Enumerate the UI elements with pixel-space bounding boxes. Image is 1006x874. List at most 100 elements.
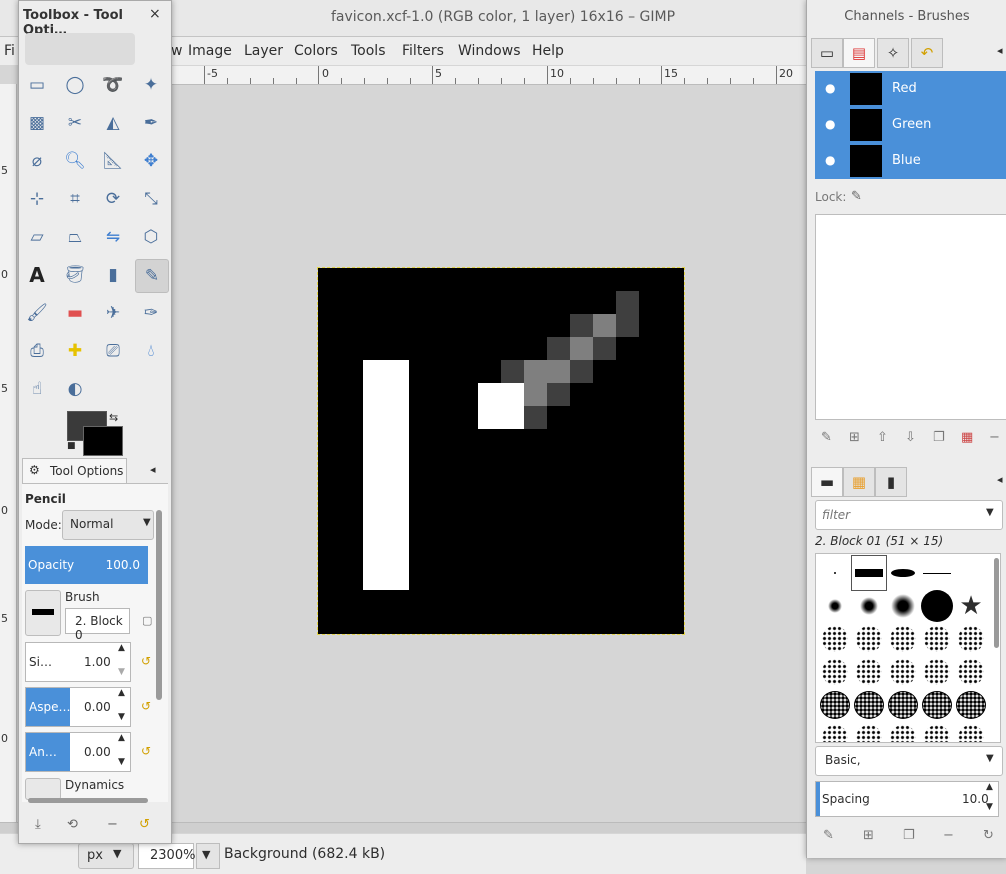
delete-options-icon[interactable]: − bbox=[107, 817, 118, 832]
brush-preview-cell[interactable] bbox=[920, 622, 954, 656]
brush-grid[interactable]: ★ bbox=[815, 553, 1001, 743]
brush-preview-cell[interactable] bbox=[920, 688, 954, 722]
restore-options-icon[interactable]: ⟲ bbox=[67, 817, 78, 832]
paths-tool-button[interactable]: ✒ bbox=[135, 107, 167, 139]
lock-pixels-icon[interactable]: ✎ bbox=[851, 189, 862, 204]
tab-brushes[interactable]: ▬ bbox=[811, 467, 843, 497]
dynamics-button[interactable] bbox=[25, 778, 61, 800]
eraser-tool-button[interactable]: ▬ bbox=[59, 297, 91, 329]
decrement-icon[interactable]: ▼ bbox=[986, 802, 993, 812]
shear-tool-button[interactable]: ▱ bbox=[21, 221, 53, 253]
eye-icon[interactable]: ● bbox=[825, 117, 835, 131]
decrement-icon[interactable]: ▼ bbox=[118, 757, 125, 767]
brush-preview-cell[interactable] bbox=[852, 688, 886, 722]
tab-layers[interactable]: ▭ bbox=[811, 38, 843, 68]
edit-brush-icon[interactable]: ✎ bbox=[823, 828, 834, 843]
foreground-select-tool-button[interactable]: ◭ bbox=[97, 107, 129, 139]
channel-row-red[interactable]: ● Red bbox=[815, 71, 1006, 107]
fuzzy-select-tool-button[interactable]: ✦ bbox=[135, 69, 167, 101]
brush-preview-cell[interactable] bbox=[818, 589, 852, 623]
ink-tool-button[interactable]: ✑ bbox=[135, 297, 167, 329]
rotate-tool-button[interactable]: ⟳ bbox=[97, 183, 129, 215]
brush-preview-cell[interactable] bbox=[954, 622, 988, 656]
menu-tools[interactable]: Tools bbox=[351, 43, 386, 59]
move-tool-button[interactable]: ✥ bbox=[135, 145, 167, 177]
zoom-tool-button[interactable]: 🔍︎ bbox=[59, 145, 91, 177]
brush-tag-combo[interactable]: Basic, ▼ bbox=[815, 746, 1003, 776]
brush-preview-cell[interactable] bbox=[851, 555, 887, 591]
aspect-spinner[interactable]: Aspe… 0.00 ▲ ▼ bbox=[25, 687, 131, 727]
image-canvas[interactable] bbox=[317, 267, 685, 635]
horizontal-ruler[interactable]: -5 0 5 10 15 20 bbox=[170, 66, 806, 85]
eye-icon[interactable]: ● bbox=[825, 81, 835, 95]
menu-file[interactable]: Fi bbox=[4, 43, 15, 59]
vertical-ruler[interactable]: 5 0 5 0 5 0 bbox=[0, 84, 17, 824]
spacing-spinner[interactable]: Spacing 10.0 ▲ ▼ bbox=[815, 781, 999, 817]
duplicate-channel-icon[interactable]: ❐ bbox=[933, 430, 945, 445]
menu-filters[interactable]: Filters bbox=[402, 43, 444, 59]
brush-preview-cell[interactable] bbox=[852, 589, 886, 623]
swap-colors-icon[interactable]: ⇆ bbox=[109, 411, 118, 424]
brush-preview-cell[interactable] bbox=[852, 655, 886, 689]
menu-windows[interactable]: Windows bbox=[458, 43, 521, 59]
channel-to-selection-icon[interactable]: ▦ bbox=[961, 430, 973, 445]
raise-channel-icon[interactable]: ⇧ bbox=[877, 430, 888, 445]
airbrush-tool-button[interactable]: ✈ bbox=[97, 297, 129, 329]
cage-transform-tool-button[interactable]: ⬡ bbox=[135, 221, 167, 253]
zoom-input[interactable]: 2300% bbox=[138, 843, 195, 869]
brush-preview-cell[interactable] bbox=[954, 721, 988, 742]
heal-tool-button[interactable]: ✚ bbox=[59, 335, 91, 367]
pencil-tool-button[interactable]: ✎ bbox=[135, 259, 169, 293]
opacity-slider[interactable]: Opacity 100.0 bbox=[25, 546, 148, 584]
tab-patterns[interactable]: ▦ bbox=[843, 467, 875, 497]
crop-tool-button[interactable]: ⌗ bbox=[59, 183, 91, 215]
color-picker-tool-button[interactable]: ⌀ bbox=[21, 145, 53, 177]
menu-colors[interactable]: Colors bbox=[294, 43, 338, 59]
brush-filter-combo[interactable]: ▼ bbox=[815, 500, 1003, 530]
new-brush-icon[interactable]: ⊞ bbox=[863, 828, 874, 843]
brush-preview-cell[interactable] bbox=[920, 556, 954, 590]
brush-preview-cell[interactable] bbox=[852, 721, 886, 742]
reset-angle-icon[interactable]: ↺ bbox=[141, 744, 151, 758]
brush-preview-button[interactable] bbox=[25, 590, 61, 636]
reset-aspect-icon[interactable]: ↺ bbox=[141, 699, 151, 713]
tab-menu-icon[interactable]: ◂ bbox=[150, 463, 156, 476]
brush-preview-cell[interactable] bbox=[920, 721, 954, 742]
measure-tool-button[interactable]: 📐︎ bbox=[97, 145, 129, 177]
menu-image[interactable]: Image bbox=[188, 43, 232, 59]
reset-size-icon[interactable]: ↺ bbox=[141, 654, 151, 668]
mode-select[interactable]: Normal ▼ bbox=[62, 510, 154, 540]
select-by-color-tool-button[interactable]: ▩ bbox=[21, 107, 53, 139]
zoom-dropdown-button[interactable]: ▼ bbox=[196, 843, 220, 869]
brush-filter-input[interactable] bbox=[820, 505, 974, 525]
blur-tool-button[interactable]: 💧︎ bbox=[135, 335, 167, 367]
increment-icon[interactable]: ▲ bbox=[118, 733, 125, 743]
brush-grid-scrollbar[interactable] bbox=[994, 558, 999, 648]
flip-tool-button[interactable]: ⇋ bbox=[97, 221, 129, 253]
dodge-burn-tool-button[interactable]: ◐ bbox=[59, 373, 91, 405]
brush-preview-cell[interactable] bbox=[920, 589, 954, 623]
tab-paths[interactable]: ✧ bbox=[877, 38, 909, 68]
brush-preview-cell[interactable] bbox=[886, 655, 920, 689]
menu-help[interactable]: Help bbox=[532, 43, 564, 59]
brush-preview-cell[interactable] bbox=[818, 622, 852, 656]
bucket-fill-tool-button[interactable]: 🪣︎ bbox=[59, 259, 91, 291]
delete-brush-icon[interactable]: − bbox=[943, 828, 954, 843]
rect-select-tool-button[interactable]: ▭ bbox=[21, 69, 53, 101]
perspective-tool-button[interactable]: ⏢ bbox=[59, 221, 91, 253]
brush-preview-cell[interactable] bbox=[818, 721, 852, 742]
brush-preview-cell[interactable] bbox=[954, 688, 988, 722]
tab-tool-options[interactable]: ⚙ Tool Options bbox=[22, 458, 127, 485]
close-icon[interactable]: × bbox=[149, 6, 161, 22]
edit-channel-icon[interactable]: ✎ bbox=[821, 430, 832, 445]
brush-preview-cell[interactable] bbox=[886, 556, 920, 590]
delete-channel-icon[interactable]: − bbox=[989, 430, 1000, 445]
perspective-clone-tool-button[interactable]: ⎚ bbox=[97, 335, 129, 367]
unit-select[interactable]: px ▼ bbox=[78, 843, 134, 869]
clone-tool-button[interactable]: ⎙ bbox=[21, 335, 53, 367]
brush-preview-cell[interactable] bbox=[818, 655, 852, 689]
brush-preview-cell[interactable] bbox=[954, 655, 988, 689]
scissors-tool-button[interactable]: ✂ bbox=[59, 107, 91, 139]
channel-row-green[interactable]: ● Green bbox=[815, 107, 1006, 143]
brush-preview-cell[interactable]: ★ bbox=[954, 589, 988, 623]
